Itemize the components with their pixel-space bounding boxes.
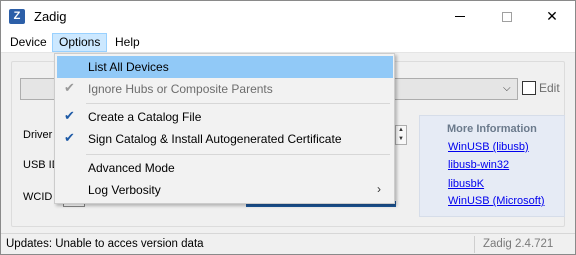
chevron-right-icon: › [377, 182, 381, 196]
status-bar: Updates: Unable to acces version data Za… [1, 233, 575, 254]
menu-item-label: List All Devices [88, 60, 169, 74]
menu-item-label: Create a Catalog File [88, 110, 202, 124]
menu-item-log-verbosity[interactable]: Log Verbosity › [57, 179, 393, 201]
menu-help[interactable]: Help [109, 33, 146, 52]
menu-item-label: Advanced Mode [88, 161, 175, 175]
maximize-button[interactable] [484, 1, 530, 32]
checkmark-icon: ✔ [64, 80, 75, 95]
menu-item-sign-catalog[interactable]: ✔ Sign Catalog & Install Autogenerated C… [57, 128, 393, 150]
menu-item-label: Log Verbosity [88, 183, 161, 197]
checkmark-icon: ✔ [64, 130, 75, 145]
edit-label: Edit [539, 81, 560, 95]
link-winusb-microsoft[interactable]: WinUSB (Microsoft) [448, 195, 545, 207]
menu-item-create-catalog[interactable]: ✔ Create a Catalog File [57, 106, 393, 128]
driver-spinner[interactable]: ▲ ▼ [395, 125, 407, 145]
app-window: Z Zadig ✕ Device Options Help ⌵ Edit Dri… [0, 0, 576, 255]
zadig-app-icon: Z [9, 9, 25, 24]
menu-item-label: Sign Catalog & Install Autogenerated Cer… [88, 132, 342, 146]
window-title: Zadig [34, 9, 67, 24]
minimize-button[interactable] [437, 1, 483, 32]
options-dropdown-menu: List All Devices ✔ Ignore Hubs or Compos… [54, 53, 395, 204]
checkmark-icon: ✔ [64, 108, 75, 123]
status-separator [474, 236, 475, 253]
menu-item-label: Ignore Hubs or Composite Parents [88, 82, 273, 96]
menu-bar: Device Options Help [1, 32, 575, 53]
link-libusb-win32[interactable]: libusb-win32 [448, 159, 509, 171]
status-text: Updates: Unable to acces version data [6, 238, 204, 250]
link-libusbk[interactable]: libusbK [448, 178, 484, 190]
menu-separator [86, 103, 390, 104]
chevron-down-icon[interactable]: ⌵ [503, 83, 511, 94]
link-winusb-libusb[interactable]: WinUSB (libusb) [448, 141, 529, 153]
close-button[interactable]: ✕ [529, 1, 575, 32]
menu-item-advanced-mode[interactable]: Advanced Mode [57, 157, 393, 179]
minimize-icon [455, 16, 465, 17]
maximize-icon [502, 11, 512, 22]
info-panel-title: More Information [447, 123, 537, 135]
menu-item-ignore-hubs[interactable]: ✔ Ignore Hubs or Composite Parents [57, 78, 393, 100]
edit-checkbox[interactable] [522, 81, 536, 95]
version-text: Zadig 2.4.721 [483, 238, 554, 250]
close-icon: ✕ [546, 8, 558, 24]
menu-options[interactable]: Options [52, 33, 108, 52]
menu-item-list-all-devices[interactable]: List All Devices [57, 56, 393, 78]
menu-separator [86, 154, 390, 155]
wcid-label: WCID [23, 191, 53, 203]
title-bar[interactable]: Z Zadig ✕ [1, 1, 575, 32]
menu-device[interactable]: Device [4, 33, 53, 52]
driver-label: Driver [23, 129, 53, 141]
